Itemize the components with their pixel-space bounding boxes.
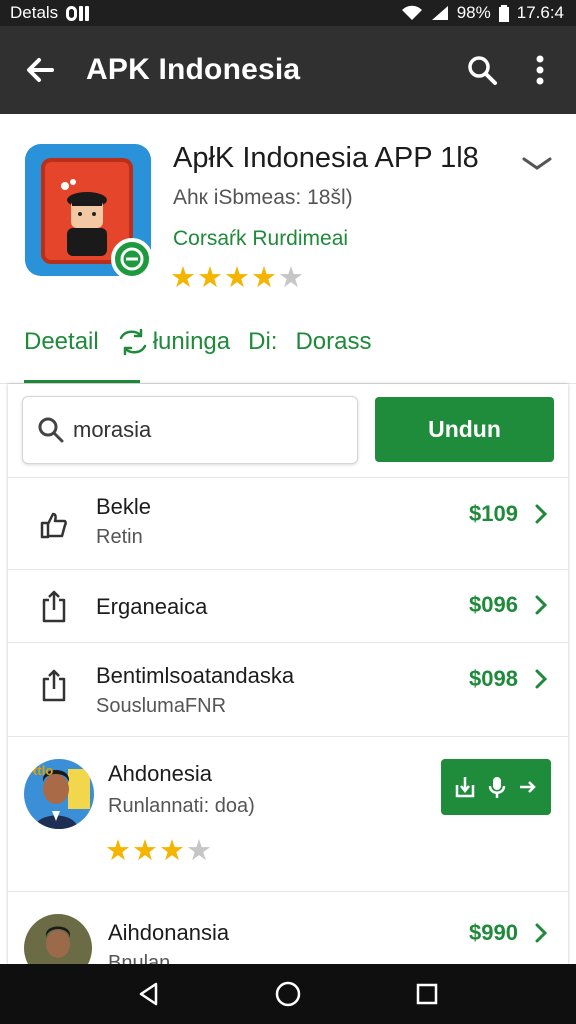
avatar-badge: Rtlo xyxy=(28,763,54,778)
status-bar: Detals 98% 17.6:4 xyxy=(0,0,576,26)
tab-label: Di: xyxy=(248,328,278,355)
tab-bar: Deetail łuninga Di: Dorass xyxy=(24,328,372,356)
status-app-label: Detals xyxy=(10,3,59,22)
wifi-icon xyxy=(401,5,422,20)
system-nav-bar xyxy=(0,964,576,1024)
signal-icon xyxy=(431,6,448,20)
featured-subtitle: Runlannati: doa) xyxy=(108,795,255,817)
list-item-price: $096 xyxy=(469,592,518,617)
chevron-right-icon xyxy=(530,592,552,618)
list-item-title: Aihdonansia xyxy=(108,920,230,945)
star-filled-icon: ★ xyxy=(170,262,196,294)
arrow-back-icon[interactable] xyxy=(20,50,60,90)
avatar: Rtlo xyxy=(24,759,94,829)
share-icon xyxy=(38,590,70,624)
featured-action-button[interactable] xyxy=(441,759,551,815)
avatar xyxy=(24,914,92,964)
list-item-price: $990 xyxy=(469,920,518,945)
tab-learning[interactable]: łuninga xyxy=(117,328,230,356)
nav-home-icon[interactable] xyxy=(266,972,310,1016)
list-item-title: Bekle xyxy=(96,494,152,519)
featured-item[interactable]: Rtlo Ahdonesia Runlannati: doa) ★ ★ ★ ★ xyxy=(8,736,568,891)
arrow-forward-icon xyxy=(520,781,536,793)
app-header: ApłK Indonesia APP 1l8 Ahк iSbmeas: 18šl… xyxy=(0,114,576,384)
tab-label: łuninga xyxy=(152,328,231,355)
search-icon xyxy=(38,417,64,443)
list-item-title: Bentimlsoatandaska xyxy=(96,663,295,688)
list-item[interactable]: Bentimlsoatandaska SouslumaFNR $098 xyxy=(8,642,568,736)
star-filled-icon: ★ xyxy=(159,835,185,867)
chevron-right-icon xyxy=(530,920,552,946)
swap-icon xyxy=(119,328,146,356)
star-filled-icon: ★ xyxy=(224,262,250,294)
featured-title: Ahdonesia xyxy=(108,761,212,786)
list-item-price: $098 xyxy=(469,666,518,691)
app-developer[interactable]: Corsaŕk Rurdimeai xyxy=(173,227,348,251)
app-title: ApłK Indonesia APP 1l8 xyxy=(173,142,479,174)
status-time: 17.6:4 xyxy=(516,3,564,22)
tab-dorass[interactable]: Dorass xyxy=(295,328,371,356)
nav-recents-icon[interactable] xyxy=(405,972,449,1016)
list-item-title: Erganeaica xyxy=(96,594,208,619)
toolbar-title: APK Indonesia xyxy=(86,53,301,86)
chevron-down-icon[interactable] xyxy=(519,148,555,178)
battery-icon xyxy=(498,4,509,22)
chevron-right-icon xyxy=(530,666,552,692)
star-filled-icon: ★ xyxy=(132,835,158,867)
installed-badge-icon xyxy=(111,238,153,280)
thumbs-up-icon xyxy=(38,508,70,542)
tab-di[interactable]: Di: xyxy=(248,328,277,356)
list-item-subtitle: Bnulan xyxy=(108,952,171,964)
star-empty-icon: ★ xyxy=(278,262,304,294)
star-filled-icon: ★ xyxy=(251,262,277,294)
download-icon xyxy=(455,777,475,798)
app-icon xyxy=(25,144,153,280)
share-icon xyxy=(38,669,70,703)
featured-rating: ★ ★ ★ ★ xyxy=(105,837,212,866)
more-vert-icon[interactable] xyxy=(520,50,560,90)
star-filled-icon: ★ xyxy=(197,262,223,294)
tab-label: Dorass xyxy=(295,328,372,355)
chevron-right-icon xyxy=(530,501,552,527)
app-toolbar: APK Indonesia xyxy=(0,26,576,114)
search-icon[interactable] xyxy=(462,50,502,90)
battery-level: 98% xyxy=(456,3,491,22)
app-rating: ★ ★ ★ ★ ★ xyxy=(170,264,304,293)
tab-label: Deetail xyxy=(24,328,99,355)
star-empty-icon: ★ xyxy=(186,835,212,867)
list-item[interactable]: Erganeaica $096 xyxy=(8,569,568,642)
app-version: Ahк iSbmeas: 18šl) xyxy=(173,186,353,209)
content-card: Undun Bekle Retin $109 Erganeaica $096 B… xyxy=(8,384,568,964)
search-input[interactable] xyxy=(73,417,323,443)
notification-icon xyxy=(66,5,90,21)
tab-detail[interactable]: Deetail xyxy=(24,328,99,356)
nav-back-icon[interactable] xyxy=(127,972,171,1016)
tab-indicator xyxy=(24,380,140,383)
search-field[interactable] xyxy=(22,396,358,464)
list-item-subtitle: Retin xyxy=(96,526,143,548)
list-item-price: $109 xyxy=(469,501,518,526)
download-button[interactable]: Undun xyxy=(375,397,554,462)
star-filled-icon: ★ xyxy=(105,835,131,867)
microphone-icon xyxy=(488,777,506,798)
list-item[interactable]: Bekle Retin $109 xyxy=(8,477,568,569)
list-item-subtitle: SouslumaFNR xyxy=(96,695,227,717)
list-item[interactable]: Aihdonansia Bnulan $990 xyxy=(8,891,568,964)
